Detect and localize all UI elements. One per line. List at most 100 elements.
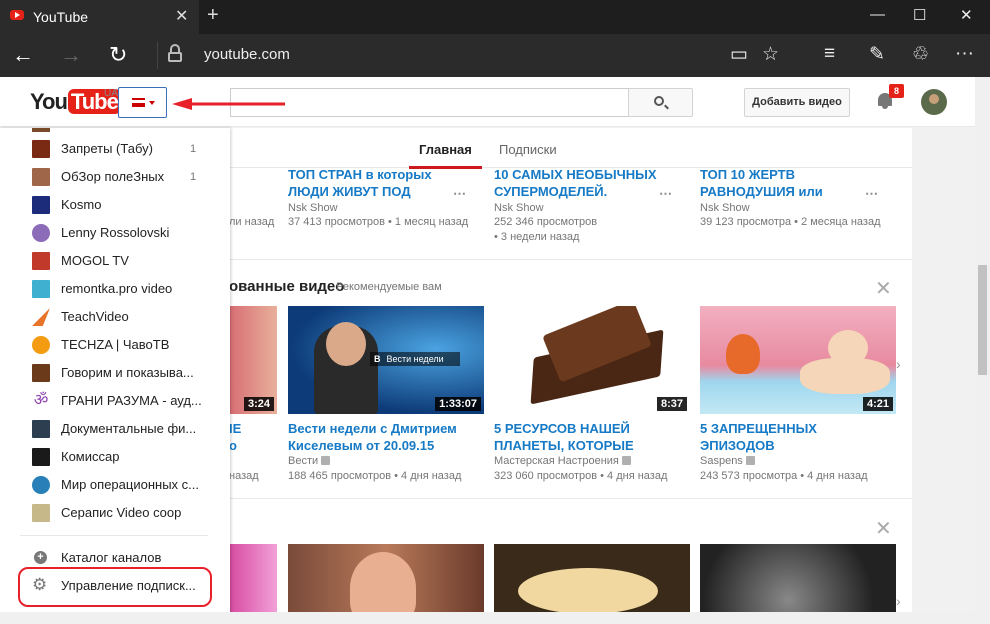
sidebar-item-label: Каталог каналов xyxy=(61,550,162,565)
hub-icon[interactable]: ≡ xyxy=(824,43,835,65)
more-icon[interactable]: ··· xyxy=(955,43,974,65)
video-channel[interactable]: Nsk Show xyxy=(288,201,338,216)
thumbnail-face xyxy=(326,322,366,366)
sidebar-item-label: Говорим и показыва... xyxy=(61,365,194,380)
channel-icon xyxy=(32,128,50,132)
video-channel[interactable]: Мастерская Настроения xyxy=(494,454,631,469)
avatar[interactable] xyxy=(921,89,947,115)
web-note-icon[interactable]: ✎ xyxy=(869,43,885,66)
sidebar-item-label: Мир операционных с... xyxy=(61,477,199,492)
new-tab-button[interactable]: + xyxy=(207,4,219,27)
video-thumbnail[interactable]: В Вести недели 1:33:07 xyxy=(288,306,484,414)
sidebar-item-channel[interactable]: Запреты (Табу) xyxy=(32,139,202,161)
video-title[interactable]: ПЛАНЕТЫ, КОТОРЫЕ xyxy=(494,437,634,454)
video-title[interactable]: ТОП 10 ЖЕРТВ xyxy=(700,166,795,183)
annotation-highlight xyxy=(18,567,212,607)
close-tab-icon[interactable]: ✕ xyxy=(175,6,188,26)
sidebar-item-channel[interactable]: Lenny Rossolovski xyxy=(32,223,202,245)
feed-tabs: Главная Подписки xyxy=(229,128,912,169)
video-title[interactable]: РАВНОДУШИЯ или xyxy=(700,183,823,200)
channel-icon xyxy=(32,364,50,382)
video-title[interactable]: ІЕ xyxy=(229,420,241,437)
shelf-title[interactable]: ованные видео xyxy=(229,278,344,295)
refresh-button[interactable]: ↻ xyxy=(109,42,127,68)
sidebar-item-label: Kosmo xyxy=(61,197,102,212)
share-icon[interactable]: ♲ xyxy=(912,43,929,66)
video-title[interactable]: о xyxy=(229,437,237,454)
logo-you: You xyxy=(30,89,68,114)
video-title[interactable]: Вести недели с Дмитрием xyxy=(288,420,457,437)
sidebar-item-channel[interactable]: Комиссар xyxy=(32,447,202,469)
sidebar-item-channel[interactable]: Kosmo xyxy=(32,195,202,217)
shelf-next-chevron-icon[interactable]: › xyxy=(896,593,901,609)
sidebar-item-label: Lenny Rossolovski xyxy=(61,225,170,240)
horizontal-scrollbar[interactable] xyxy=(0,612,975,624)
sidebar-item-channel[interactable]: Документальные фи... xyxy=(32,419,202,441)
sidebar-item-channel[interactable]: Говорим и показыва... xyxy=(32,363,202,385)
youtube-header: You Tube UA Добавить видео xyxy=(0,77,975,127)
favorite-star-icon[interactable]: ☆ xyxy=(762,43,779,66)
lock-icon xyxy=(168,44,182,62)
guide-menu-button[interactable] xyxy=(118,87,167,118)
close-shelf-icon[interactable]: ✕ xyxy=(875,276,892,301)
video-title[interactable]: 5 РЕСУРСОВ НАШЕЙ xyxy=(494,420,630,437)
youtube-favicon-icon xyxy=(10,10,24,20)
video-thumbnail[interactable]: 3:24 xyxy=(229,306,277,414)
sidebar-item-channel[interactable]: TeachVideo xyxy=(32,307,202,329)
video-title[interactable]: ЛЮДИ ЖИВУТ ПОД xyxy=(288,183,411,200)
browser-title-bar: YouTube ✕ + — ☐ ✕ xyxy=(0,0,990,34)
browser-tab[interactable]: YouTube ✕ xyxy=(0,0,199,34)
more-actions-icon[interactable]: ⋯ xyxy=(865,186,878,202)
video-meta: назад xyxy=(229,470,259,482)
video-meta: 37 413 просмотров • 1 месяц назад xyxy=(288,216,469,228)
video-title[interactable]: 10 САМЫХ НЕОБЫЧНЫХ xyxy=(494,166,657,183)
url-field[interactable]: youtube.com xyxy=(204,46,290,63)
channel-icon xyxy=(32,420,50,438)
sidebar-item-channel[interactable]: MOGOL TV xyxy=(32,251,202,273)
minimize-button[interactable]: — xyxy=(870,6,885,23)
tab-subscriptions[interactable]: Подписки xyxy=(499,142,557,157)
sidebar-item-label: MOGOL TV xyxy=(61,253,129,268)
more-actions-icon[interactable]: ⋯ xyxy=(659,186,672,202)
more-actions-icon[interactable]: ⋯ xyxy=(453,186,466,202)
shelf-subtitle: Рекомендуемые вам xyxy=(336,281,442,293)
tab-home[interactable]: Главная xyxy=(409,142,482,169)
search-button[interactable] xyxy=(628,88,693,117)
video-title[interactable]: 5 ЗАПРЕЩЕННЫХ xyxy=(700,420,817,437)
video-thumbnail[interactable]: 8:37 xyxy=(494,306,690,414)
forward-button[interactable]: → xyxy=(60,42,82,68)
guide-sidebar: Запреты (Табу) 1 ОбЗор полеЗных 1 Kosmo … xyxy=(0,128,230,624)
sidebar-item-label: ГРАНИ РАЗУМА - ауд... xyxy=(61,393,201,408)
sidebar-item-channel[interactable]: Серапис Video coop xyxy=(32,503,202,525)
video-channel[interactable]: Nsk Show xyxy=(700,201,750,216)
video-title[interactable]: ЭПИЗОДОВ xyxy=(700,437,775,454)
unread-count: 1 xyxy=(190,143,197,155)
sidebar-item-channel[interactable]: TECHZA | ЧавоТВ xyxy=(32,335,202,357)
thumbnail-cartoon-hair xyxy=(726,334,760,374)
video-meta: 39 123 просмотра • 2 месяца назад xyxy=(700,216,881,228)
video-channel[interactable]: Вести xyxy=(288,454,331,469)
video-title[interactable]: ТОП СТРАН в которых xyxy=(288,166,432,183)
sidebar-item-channel[interactable]: remontka.pro video xyxy=(32,279,202,301)
maximize-button[interactable]: ☐ xyxy=(913,6,926,24)
thumbnail-cartoon-head xyxy=(828,330,868,366)
shelf-next-chevron-icon[interactable]: › xyxy=(896,356,901,372)
back-button[interactable]: ← xyxy=(12,42,34,68)
sidebar-item-channel[interactable]: ॐ ГРАНИ РАЗУМА - ауд... xyxy=(32,391,202,413)
search-input[interactable] xyxy=(230,88,628,117)
sidebar-item-channel[interactable]: ОбЗор полеЗных xyxy=(32,167,202,189)
divider xyxy=(229,498,912,499)
video-title[interactable]: Киселевым от 20.09.15 xyxy=(288,437,434,454)
close-window-button[interactable]: ✕ xyxy=(960,6,973,24)
video-title[interactable]: СУПЕРМОДЕЛЕЙ. xyxy=(494,183,607,200)
sidebar-item-channel[interactable]: Мир операционных с... xyxy=(32,475,202,497)
video-channel[interactable]: Saspens xyxy=(700,454,755,469)
video-channel[interactable]: Nsk Show xyxy=(494,201,544,216)
close-shelf-icon[interactable]: ✕ xyxy=(875,516,892,541)
channel-icon xyxy=(32,168,50,186)
reading-view-icon[interactable]: ▭ xyxy=(730,43,748,66)
scrollbar-thumb[interactable] xyxy=(978,265,987,375)
sidebar-item-label: Запреты (Табу) xyxy=(61,141,153,156)
video-thumbnail[interactable]: 4:21 xyxy=(700,306,896,414)
upload-button[interactable]: Добавить видео xyxy=(744,88,850,117)
